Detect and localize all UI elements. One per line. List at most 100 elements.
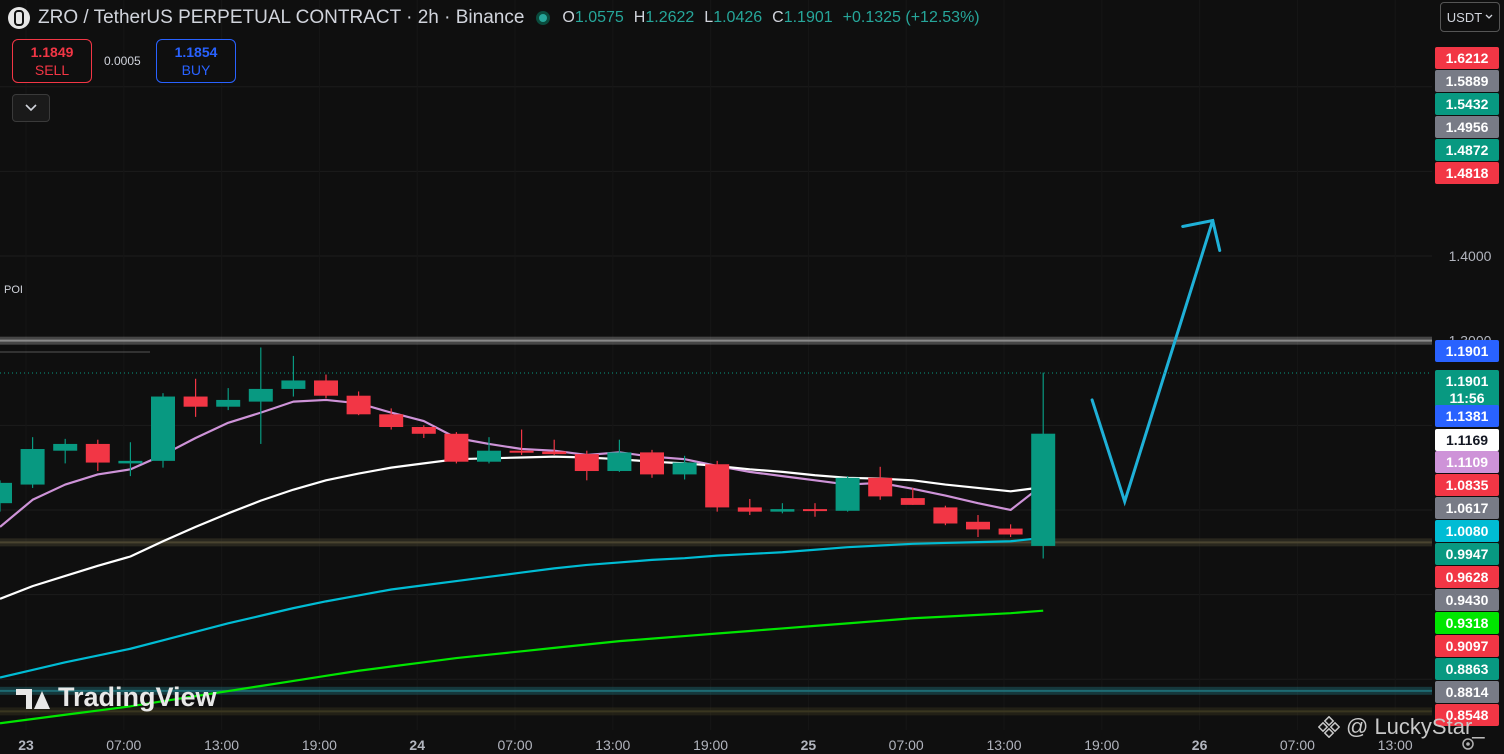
buy-price: 1.1854 bbox=[174, 44, 218, 60]
candle-body bbox=[737, 507, 762, 512]
candle-body bbox=[20, 449, 45, 485]
price-label-text: 1.4818 bbox=[1446, 165, 1489, 181]
x-tick-label: 19:00 bbox=[693, 737, 728, 753]
x-tick-label: 19:00 bbox=[302, 737, 337, 753]
currency-label: USDT bbox=[1446, 9, 1483, 25]
candle-body bbox=[477, 450, 501, 462]
collapse-button[interactable] bbox=[12, 94, 50, 122]
candle-body bbox=[574, 454, 599, 472]
symbol-title[interactable]: ZRO / TetherUS PERPETUAL CONTRACT · 2h ·… bbox=[38, 7, 524, 29]
symbol-logo-icon bbox=[8, 7, 30, 29]
sell-label: SELL bbox=[34, 62, 70, 78]
price-label-text: 1.4872 bbox=[1446, 142, 1489, 158]
chevron-down-icon bbox=[1485, 14, 1493, 19]
y-tick-label: 1.4000 bbox=[1449, 248, 1492, 264]
price-label-text: 0.9947 bbox=[1446, 546, 1489, 562]
spread-value: 0.0005 bbox=[104, 54, 141, 68]
candle-body bbox=[509, 450, 534, 453]
x-tick-label: 13:00 bbox=[986, 737, 1021, 753]
x-tick-label: 07:00 bbox=[889, 737, 924, 753]
x-axis: 23 07:00 13:00 19:00 24 07:00 13:00 19:00 25 07:0… bbox=[18, 737, 1413, 753]
tradingview-mark-icon bbox=[16, 687, 50, 709]
candle-body bbox=[835, 477, 860, 511]
price-label-text: 1.1109 bbox=[1446, 454, 1488, 470]
price-label-text: 0.9097 bbox=[1446, 638, 1489, 654]
x-tick-label: 07:00 bbox=[106, 737, 141, 753]
x-tick-label: 23 bbox=[18, 737, 34, 753]
candle-body bbox=[248, 388, 273, 402]
price-label-text: 0.9318 bbox=[1446, 615, 1489, 631]
price-label-text: 1.5432 bbox=[1446, 96, 1489, 112]
sell-button[interactable]: 1.1849 SELL bbox=[12, 39, 92, 83]
price-label-text: 1.1169 bbox=[1446, 432, 1488, 448]
price-label-text: 0.8814 bbox=[1446, 684, 1489, 700]
candle-body bbox=[0, 482, 12, 504]
x-tick-label: 07:00 bbox=[1280, 737, 1315, 753]
price-label-text: 1.1901 bbox=[1446, 373, 1489, 389]
buy-label: BUY bbox=[181, 62, 211, 78]
price-chart[interactable]: 1.40001.3000 1.62121.58891.54321.49561.4… bbox=[0, 0, 1504, 754]
candle-body bbox=[672, 462, 697, 475]
candle-body bbox=[998, 528, 1023, 535]
candle-body bbox=[803, 509, 827, 512]
candle-body bbox=[607, 452, 632, 472]
candle-body bbox=[53, 443, 78, 451]
candle-body bbox=[118, 460, 143, 464]
market-status-icon bbox=[536, 11, 551, 25]
candle-body bbox=[868, 477, 893, 497]
candle-body bbox=[183, 396, 208, 407]
price-label-text: 0.9628 bbox=[1446, 569, 1489, 585]
candle-body bbox=[705, 464, 730, 508]
candle-body bbox=[314, 380, 338, 396]
candle-body bbox=[1031, 433, 1056, 546]
x-tick-label: 13:00 bbox=[595, 737, 630, 753]
price-labels: 1.6212 1.5889 1.5432 1.4956 1.4872 1.4818 1.19… bbox=[1435, 47, 1499, 726]
countdown-text: 11:56 bbox=[1449, 390, 1484, 406]
chevron-down-icon bbox=[25, 104, 37, 112]
price-label-text: 0.9430 bbox=[1446, 592, 1489, 608]
gear-icon[interactable] bbox=[1460, 736, 1476, 752]
price-label-text: 1.0617 bbox=[1446, 500, 1489, 516]
buy-button[interactable]: 1.1854 BUY bbox=[156, 39, 236, 83]
candle-body bbox=[85, 443, 110, 463]
ohlc-high: H1.2622 bbox=[633, 9, 695, 26]
x-tick-label: 19:00 bbox=[1084, 737, 1119, 753]
price-label-text: 1.0835 bbox=[1446, 477, 1489, 493]
tradingview-logo: TradingView bbox=[16, 682, 217, 713]
x-tick-label: 13:00 bbox=[204, 737, 239, 753]
candle-body bbox=[151, 396, 175, 461]
poi-label: POI bbox=[4, 284, 23, 296]
chart-background bbox=[0, 0, 1504, 754]
ohlc-close: C1.1901 bbox=[772, 9, 833, 26]
price-label-text: 1.1381 bbox=[1446, 408, 1489, 424]
candle-body bbox=[281, 380, 306, 389]
x-tick-label: 24 bbox=[409, 737, 425, 753]
price-label-text: 1.6212 bbox=[1446, 50, 1489, 66]
price-label-text: 1.4956 bbox=[1446, 119, 1489, 135]
candle-body bbox=[542, 451, 567, 455]
price-label-text: 1.1901 bbox=[1446, 343, 1489, 359]
price-label-text: 1.0080 bbox=[1446, 523, 1489, 539]
candle-body bbox=[444, 433, 469, 462]
x-tick-label: 25 bbox=[801, 737, 817, 753]
candle-body bbox=[379, 414, 404, 428]
candle-body bbox=[770, 509, 795, 512]
candle-body bbox=[640, 452, 664, 475]
sell-price: 1.1849 bbox=[30, 44, 74, 60]
currency-select[interactable]: USDT bbox=[1440, 2, 1500, 32]
candle-body bbox=[933, 507, 958, 524]
candle-body bbox=[346, 395, 371, 415]
x-tick-label: 07:00 bbox=[497, 737, 532, 753]
ohlc-values: O1.0575 H1.2622 L1.0426 C1.1901 +0.1325 … bbox=[562, 9, 979, 27]
tradingview-logo-text: TradingView bbox=[58, 682, 217, 712]
price-label-text: 0.8863 bbox=[1446, 661, 1489, 677]
candle-body bbox=[900, 498, 925, 505]
chart-header: ZRO / TetherUS PERPETUAL CONTRACT · 2h ·… bbox=[8, 4, 980, 32]
candle-body bbox=[411, 427, 436, 434]
x-tick-label: 26 bbox=[1192, 737, 1208, 753]
price-label-text: 1.5889 bbox=[1446, 73, 1489, 89]
price-change: +0.1325 (+12.53%) bbox=[842, 9, 980, 26]
candle-body bbox=[966, 521, 990, 530]
binance-icon bbox=[1318, 716, 1340, 738]
ohlc-open: O1.0575 bbox=[562, 9, 624, 26]
